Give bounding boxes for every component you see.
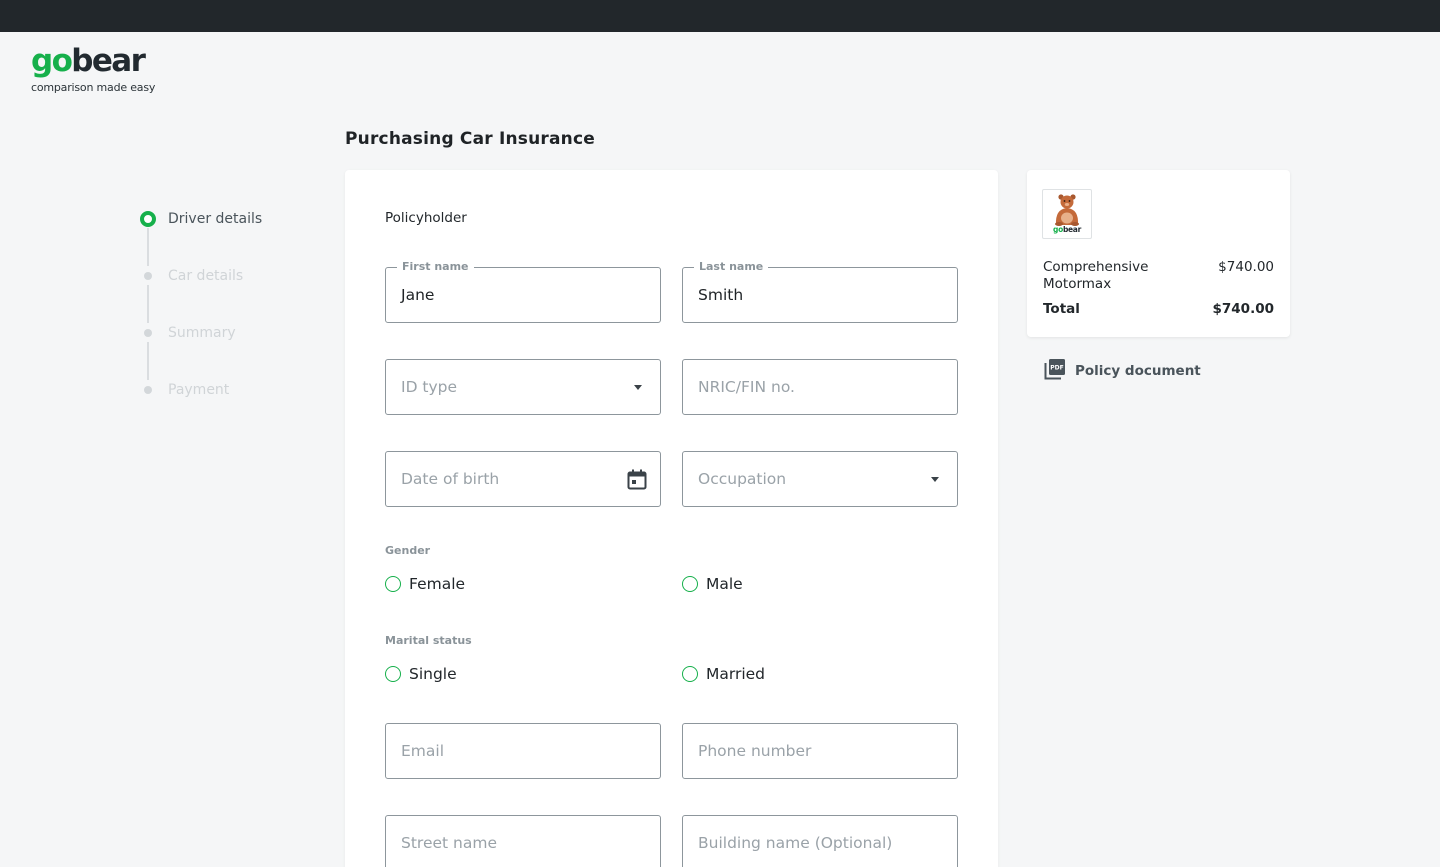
bear-mascot-icon bbox=[1055, 194, 1079, 226]
nric-fin-field[interactable]: NRIC/FIN no. bbox=[682, 359, 958, 415]
step-label: Payment bbox=[168, 382, 230, 398]
street-name-field[interactable]: Street name bbox=[385, 815, 661, 867]
phone-number-field[interactable]: Phone number bbox=[682, 723, 958, 779]
step-inactive-dot-icon bbox=[144, 329, 152, 337]
radio-circle-icon bbox=[385, 576, 401, 592]
step-label: Car details bbox=[168, 268, 244, 284]
step-inactive-dot-icon bbox=[144, 272, 152, 280]
radio-circle-icon bbox=[385, 666, 401, 682]
logo-tagline: comparison made easy bbox=[31, 81, 156, 94]
total-label: Total bbox=[1043, 301, 1080, 317]
step-connector bbox=[147, 228, 149, 266]
calendar-icon[interactable] bbox=[627, 469, 647, 494]
total-price: $740.00 bbox=[1212, 301, 1275, 317]
building-placeholder: Building name (Optional) bbox=[698, 834, 893, 852]
first-name-value: Jane bbox=[401, 286, 435, 304]
email-placeholder: Email bbox=[401, 742, 445, 760]
top-bar bbox=[0, 0, 1440, 32]
street-placeholder: Street name bbox=[401, 834, 497, 852]
nric-placeholder: NRIC/FIN no. bbox=[698, 378, 795, 396]
insurer-logo-wordmark: gobear bbox=[1043, 225, 1091, 234]
occupation-select[interactable]: Occupation bbox=[682, 451, 958, 507]
radio-label: Single bbox=[409, 665, 457, 683]
step-label: Summary bbox=[168, 325, 236, 341]
plan-price: $740.00 bbox=[1218, 259, 1274, 275]
radio-label: Married bbox=[706, 665, 766, 683]
id-type-select[interactable]: ID type bbox=[385, 359, 661, 415]
order-summary-card: gobear Comprehensive Motormax $740.00 To… bbox=[1027, 170, 1290, 337]
dob-placeholder: Date of birth bbox=[401, 470, 500, 488]
plan-name: Comprehensive Motormax bbox=[1043, 259, 1149, 292]
insurer-logo: gobear bbox=[1042, 189, 1092, 239]
first-name-field[interactable]: First name Jane bbox=[385, 260, 661, 323]
logo-bear: bear bbox=[71, 43, 146, 79]
chevron-down-icon bbox=[634, 385, 642, 390]
logo-wordmark: gobear bbox=[31, 44, 155, 78]
radio-circle-icon bbox=[682, 666, 698, 682]
radio-label: Male bbox=[706, 575, 743, 593]
step-inactive-dot-icon bbox=[144, 386, 152, 394]
step-connector bbox=[147, 342, 149, 380]
page-title: Purchasing Car Insurance bbox=[345, 129, 595, 149]
gender-male-radio[interactable]: Male bbox=[682, 575, 743, 593]
date-of-birth-field[interactable]: Date of birth bbox=[385, 451, 661, 507]
gender-female-radio[interactable]: Female bbox=[385, 575, 465, 593]
pdf-icon: PDF bbox=[1044, 358, 1066, 384]
building-name-field[interactable]: Building name (Optional) bbox=[682, 815, 958, 867]
gender-label: Gender bbox=[385, 544, 431, 557]
marital-married-radio[interactable]: Married bbox=[682, 665, 765, 683]
phone-placeholder: Phone number bbox=[698, 742, 812, 760]
radio-label: Female bbox=[409, 575, 466, 593]
id-type-placeholder: ID type bbox=[401, 378, 458, 396]
step-connector bbox=[147, 285, 149, 323]
gobear-logo[interactable]: gobear comparison made easy bbox=[31, 44, 155, 94]
marital-single-radio[interactable]: Single bbox=[385, 665, 457, 683]
last-name-value: Smith bbox=[698, 286, 744, 304]
section-title: Policyholder bbox=[385, 210, 467, 226]
insurer-logo-bear: bear bbox=[1062, 225, 1081, 234]
step-active-dot-icon bbox=[140, 211, 156, 227]
policyholder-form-card: Policyholder First name Jane Last name S… bbox=[345, 170, 998, 867]
policy-document-label: Policy document bbox=[1075, 363, 1201, 379]
occupation-placeholder: Occupation bbox=[698, 470, 787, 488]
svg-text:PDF: PDF bbox=[1050, 365, 1063, 372]
chevron-down-icon bbox=[931, 477, 939, 482]
first-name-label: First name bbox=[397, 260, 474, 274]
email-field[interactable]: Email bbox=[385, 723, 661, 779]
last-name-field[interactable]: Last name Smith bbox=[682, 260, 958, 323]
policy-document-link[interactable]: PDF Policy document bbox=[1044, 358, 1201, 384]
radio-circle-icon bbox=[682, 576, 698, 592]
step-label: Driver details bbox=[168, 211, 263, 227]
insurer-logo-go: go bbox=[1053, 225, 1063, 234]
marital-status-label: Marital status bbox=[385, 634, 472, 647]
last-name-label: Last name bbox=[694, 260, 769, 274]
logo-go: go bbox=[31, 43, 73, 79]
